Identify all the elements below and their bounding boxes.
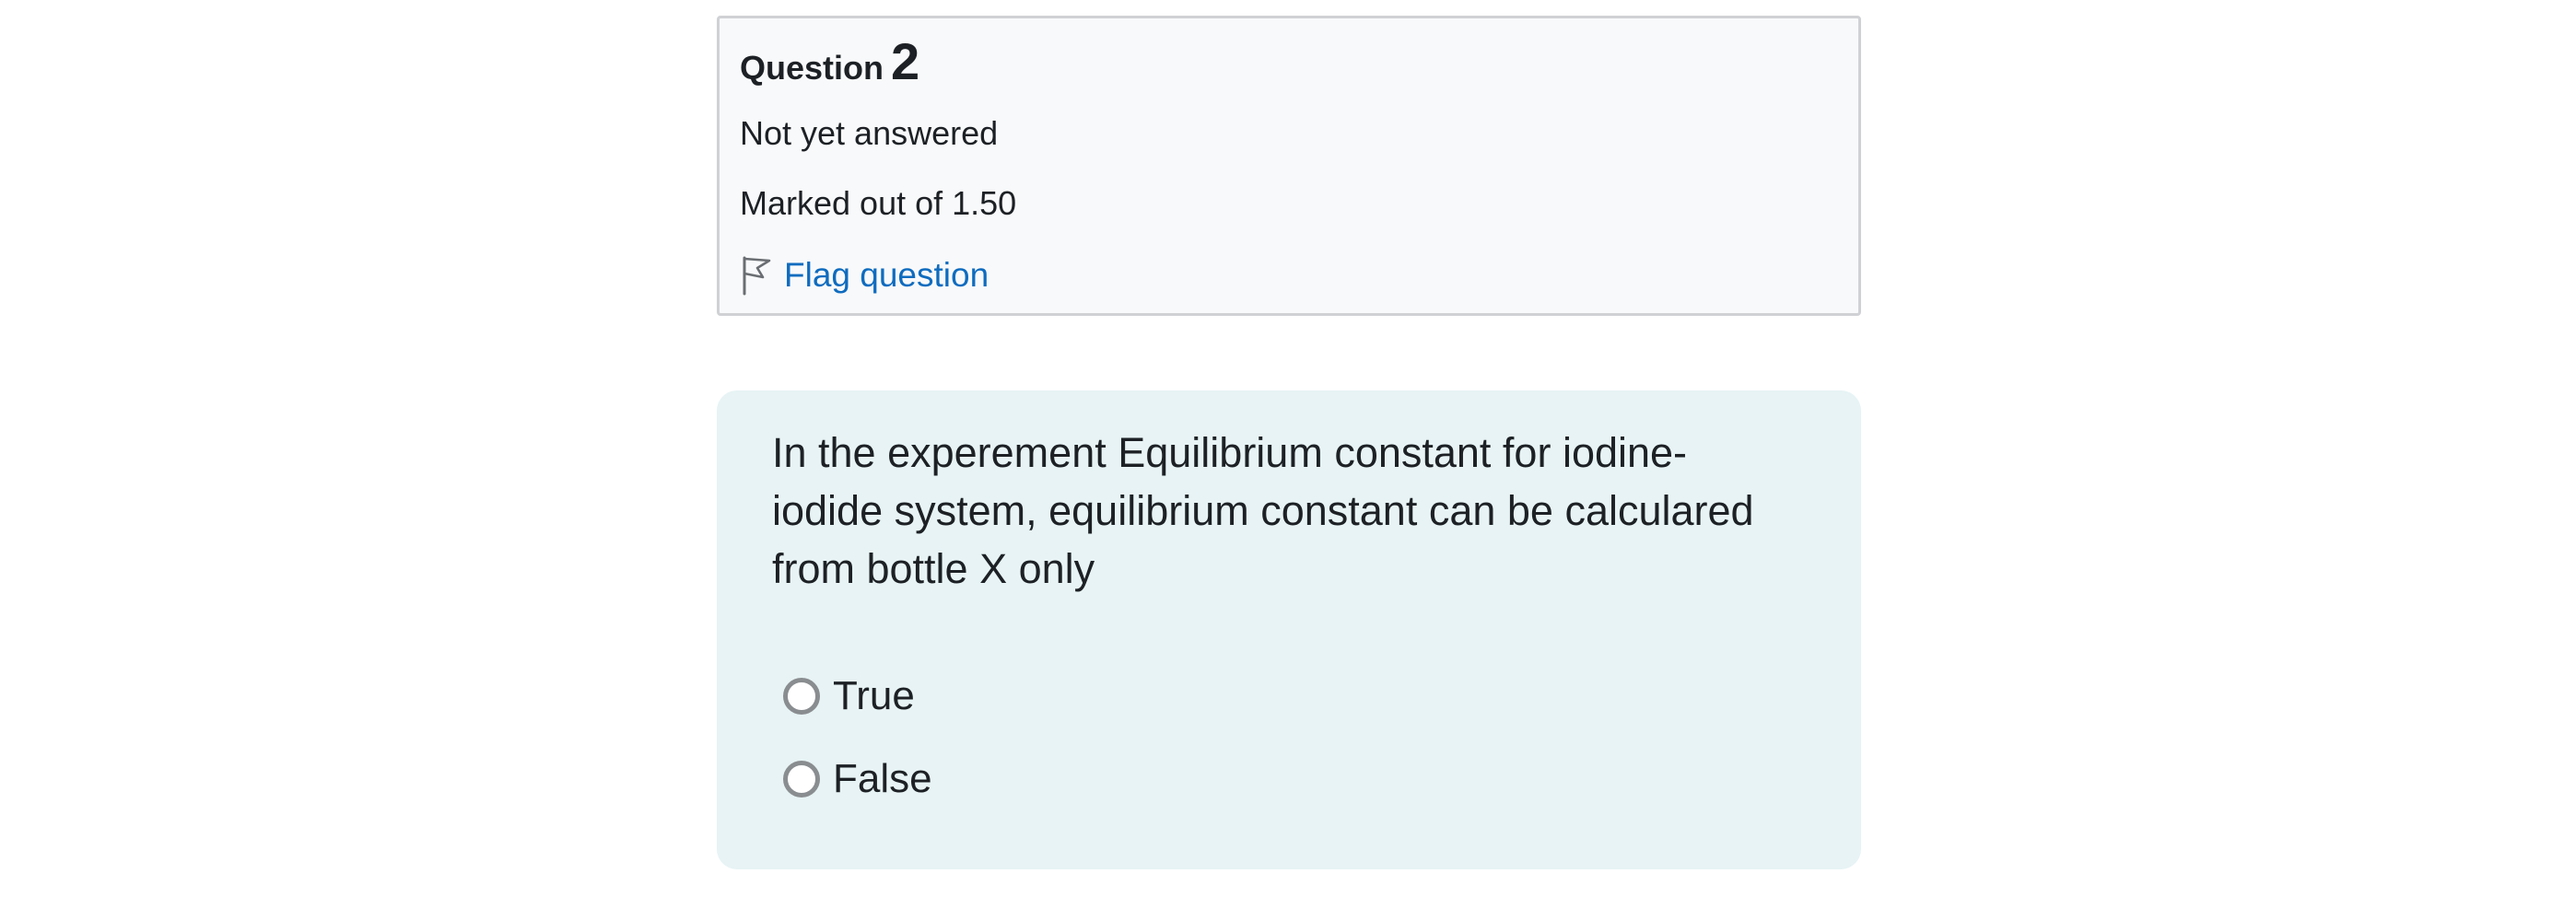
- question-number: 2: [891, 32, 920, 90]
- answer-option-false[interactable]: False: [783, 751, 932, 807]
- quiz-page: Question 2 Not yet answered Marked out of…: [0, 0, 2576, 908]
- flag-question-link[interactable]: Flag question: [740, 252, 989, 298]
- flag-question-label[interactable]: Flag question: [784, 256, 989, 295]
- answer-label-false[interactable]: False: [833, 751, 932, 807]
- radio-false[interactable]: [783, 761, 820, 797]
- answer-label-true[interactable]: True: [833, 669, 915, 724]
- question-info-panel: Question 2 Not yet answered Marked out of…: [717, 16, 1861, 316]
- question-state: Not yet answered: [740, 114, 999, 152]
- radio-true[interactable]: [783, 678, 820, 715]
- answer-option-true[interactable]: True: [783, 669, 915, 724]
- question-label: Question: [740, 49, 884, 87]
- question-content: In the experement Equilibrium constant f…: [717, 390, 1861, 869]
- question-heading: Question 2: [740, 31, 919, 91]
- flag-outline-icon[interactable]: [740, 255, 773, 296]
- question-text: In the experement Equilibrium constant f…: [772, 429, 1754, 592]
- question-grade: Marked out of 1.50: [740, 184, 1017, 222]
